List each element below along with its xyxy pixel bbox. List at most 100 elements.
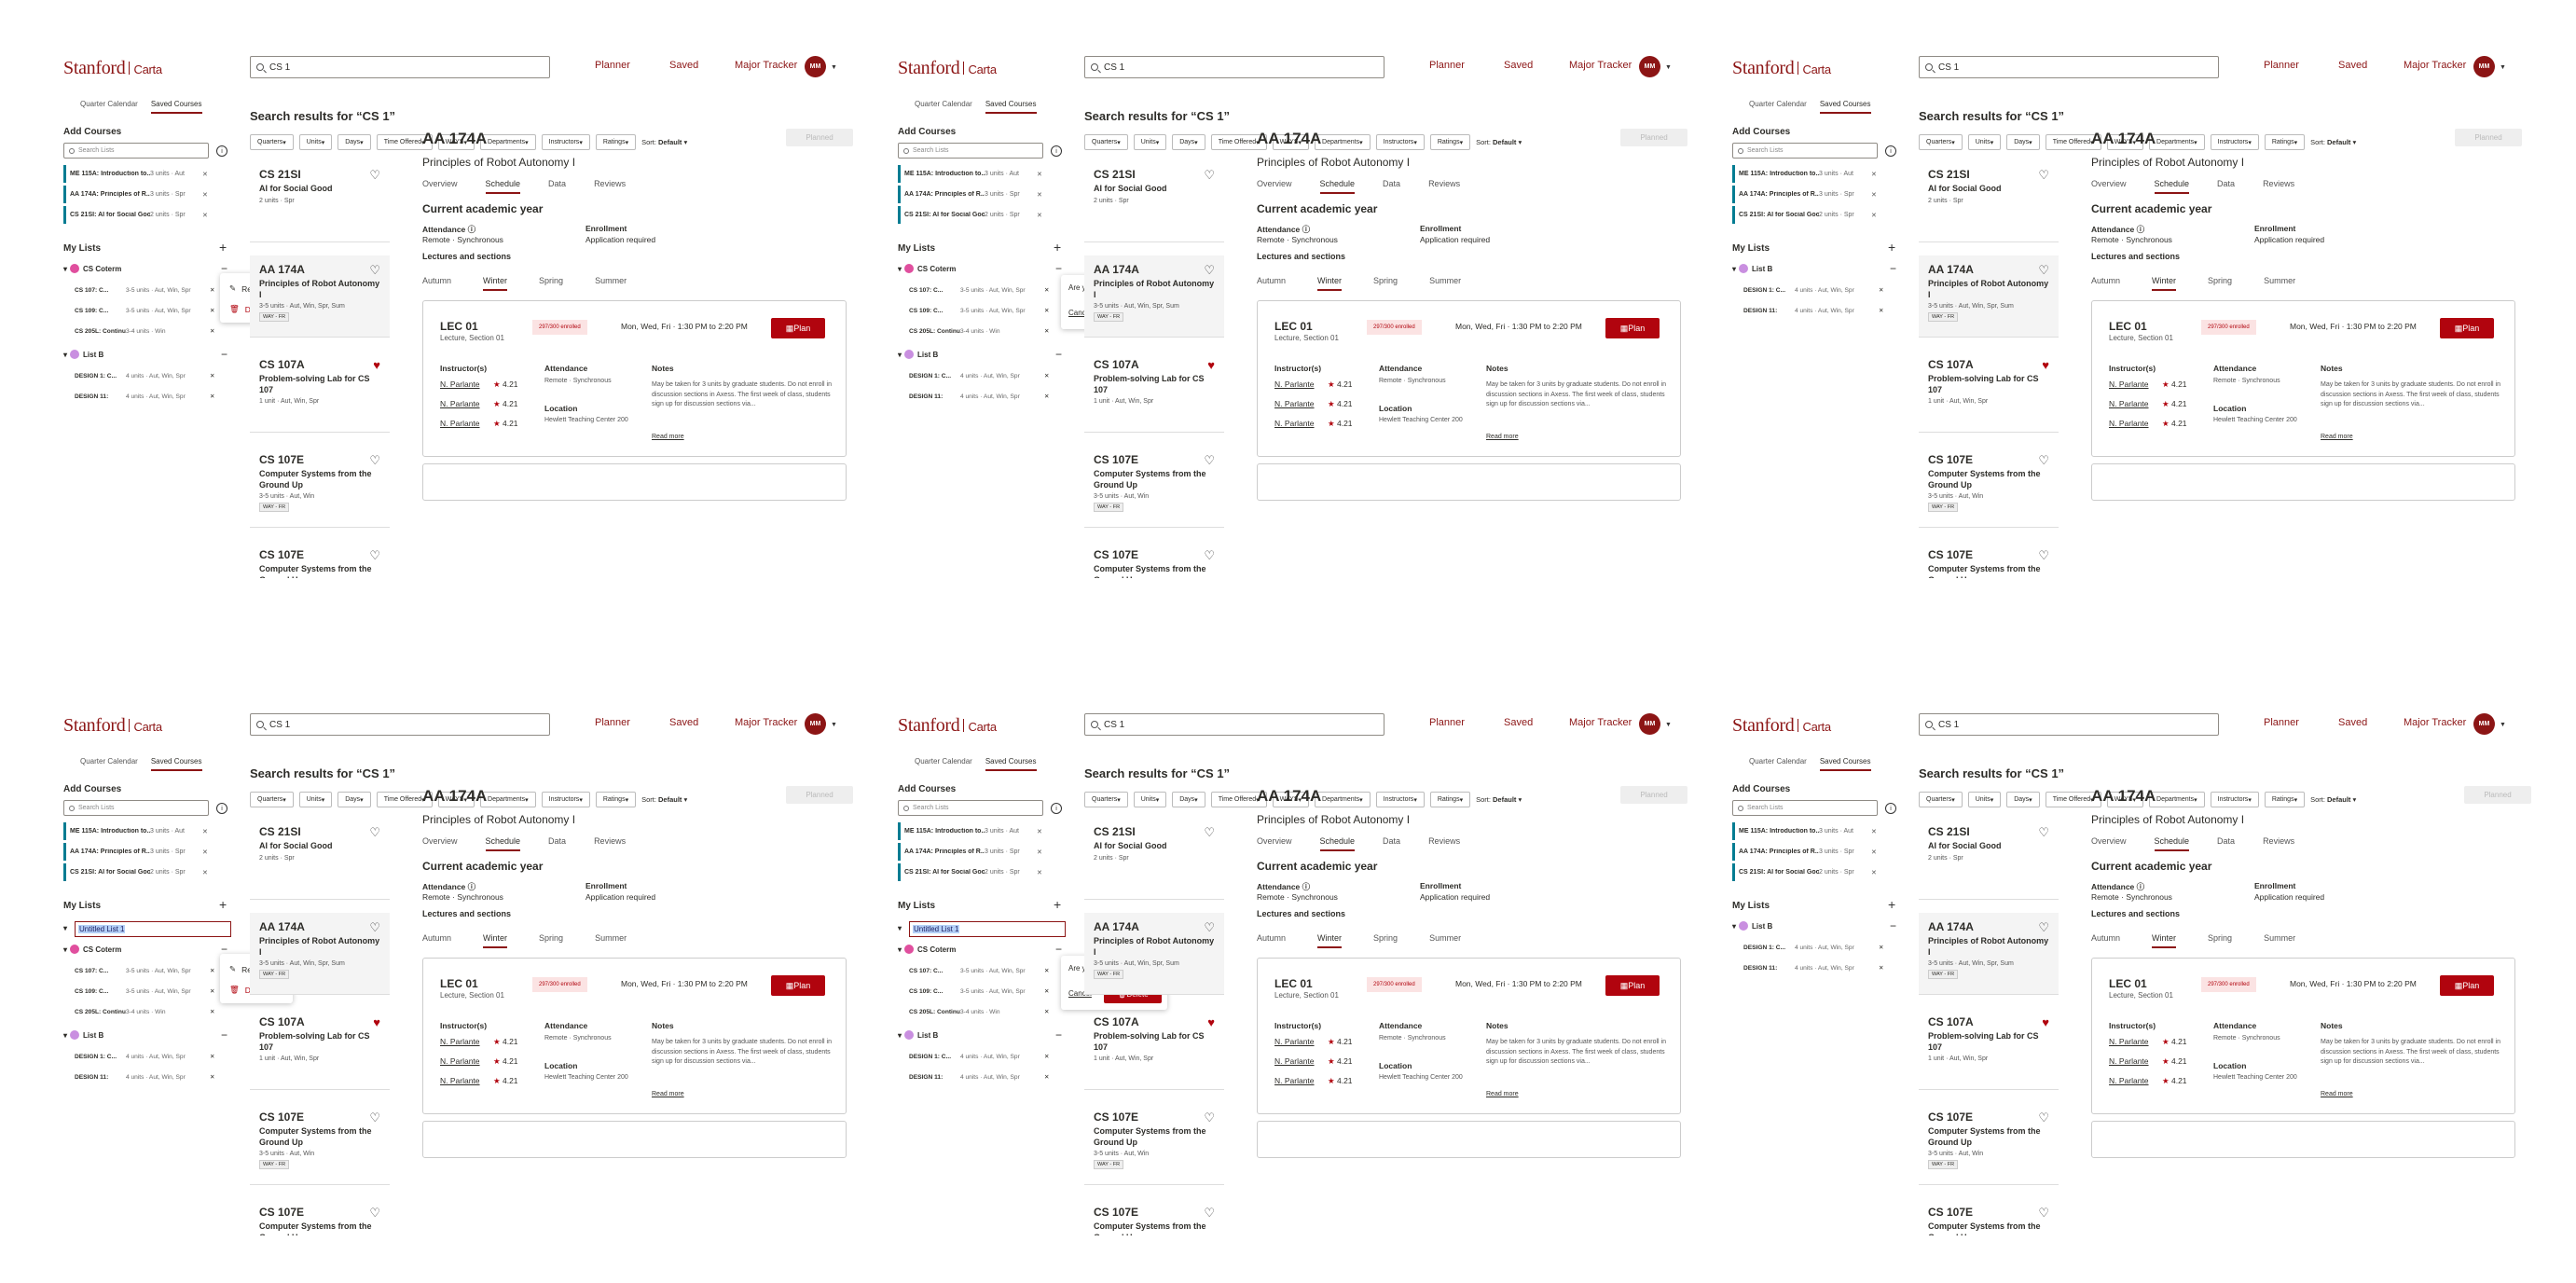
remove-icon[interactable]: ✕ <box>202 212 208 219</box>
remove-icon[interactable]: ✕ <box>1037 191 1042 199</box>
list-header-b[interactable]: ▾ List B <box>63 350 103 359</box>
list-header-b[interactable]: ▾ List B <box>898 350 938 359</box>
remove-icon[interactable]: ✕ <box>210 372 215 379</box>
result-card[interactable]: CS 107E Computer Systems from the Ground … <box>1084 1103 1224 1185</box>
filter-instructors[interactable]: Instructors ▾ <box>541 792 590 807</box>
avatar[interactable]: MM <box>1639 713 1660 735</box>
stanford-carta-logo[interactable]: Stanford Carta <box>63 715 162 737</box>
instructor-link[interactable]: N. Parlante <box>1274 1076 1315 1085</box>
collapse-icon[interactable]: ▾ <box>1732 265 1736 273</box>
tab-summer[interactable]: Summer <box>1429 276 1461 291</box>
tab-overview[interactable]: Overview <box>422 179 458 194</box>
read-more-link[interactable]: Read more <box>652 1091 684 1097</box>
add-list-icon[interactable]: + <box>1054 897 1061 912</box>
nav-link-saved[interactable]: Saved <box>669 717 698 728</box>
instructor-link[interactable]: N. Parlante <box>440 1056 480 1066</box>
tab-reviews[interactable]: Reviews <box>594 179 626 194</box>
info-icon[interactable]: ⓘ <box>2134 882 2145 891</box>
tab-summer[interactable]: Summer <box>595 276 627 291</box>
result-card[interactable]: AA 174A Principles of Robot Autonomy I 3-5… <box>1919 255 2059 338</box>
list-course-row[interactable]: CS 205L: Continu... 3-4 units · Win ✕ <box>905 322 1064 340</box>
result-card[interactable]: CS 107E Computer Systems from the Ground … <box>1919 1198 2059 1235</box>
tab-autumn[interactable]: Autumn <box>2091 933 2120 948</box>
heart-icon[interactable]: ♥ <box>373 358 380 372</box>
heart-icon[interactable]: ♡ <box>1204 453 1215 468</box>
tab-quarter-calendar[interactable]: Quarter Calendar <box>915 757 972 771</box>
result-card[interactable]: AA 174A Principles of Robot Autonomy I 3-5… <box>1084 255 1224 338</box>
chevron-down-icon[interactable]: ▼ <box>831 722 837 728</box>
filter-instructors[interactable]: Instructors ▾ <box>1375 792 1425 807</box>
heart-icon[interactable]: ♡ <box>369 1111 380 1125</box>
remove-icon[interactable]: ✕ <box>1044 1053 1050 1060</box>
tab-data[interactable]: Data <box>548 179 566 194</box>
tab-winter[interactable]: Winter <box>483 276 508 291</box>
tab-quarter-calendar[interactable]: Quarter Calendar <box>915 100 972 114</box>
result-card[interactable]: CS 107E Computer Systems from the Ground … <box>250 1198 390 1235</box>
filter-instructors[interactable]: Instructors ▾ <box>541 134 590 150</box>
tab-autumn[interactable]: Autumn <box>422 276 451 291</box>
add-list-icon[interactable]: + <box>219 897 227 912</box>
info-icon[interactable]: i <box>1051 803 1062 814</box>
remove-icon[interactable]: ✕ <box>1044 307 1050 314</box>
result-card[interactable]: CS 107A Problem-solving Lab for CS 107 1 u… <box>1919 1008 2059 1090</box>
filter-units[interactable]: Units ▾ <box>298 134 333 150</box>
instructor-link[interactable]: N. Parlante <box>1274 399 1315 408</box>
filter-ratings[interactable]: Ratings ▾ <box>1429 792 1471 807</box>
info-icon[interactable]: i <box>216 145 227 157</box>
list-search-input[interactable]: Search Lists <box>898 800 1043 816</box>
search-input[interactable]: CS 1 <box>1919 713 2219 736</box>
tab-summer[interactable]: Summer <box>2264 276 2295 291</box>
instructor-link[interactable]: N. Parlante <box>1274 379 1315 389</box>
heart-icon[interactable]: ♡ <box>369 825 380 840</box>
remove-icon[interactable]: ✕ <box>1871 848 1877 856</box>
result-card[interactable]: CS 107E Computer Systems from the Ground … <box>250 541 390 578</box>
list-course-row[interactable]: DESIGN 11: 4 units · Aut, Win, Spr ✕ <box>1740 959 1898 977</box>
instructor-link[interactable]: N. Parlante <box>2109 1037 2149 1046</box>
add-list-icon[interactable]: + <box>1888 240 1895 255</box>
result-card[interactable]: CS 107A Problem-solving Lab for CS 107 1 u… <box>250 351 390 433</box>
saved-course-row[interactable]: CS 21SI: AI for Social Good 2 units · Spr… <box>1732 206 1895 224</box>
info-icon[interactable]: ⓘ <box>2134 225 2145 234</box>
info-icon[interactable]: i <box>1051 145 1062 157</box>
stanford-carta-logo[interactable]: Stanford Carta <box>898 715 997 737</box>
heart-icon[interactable]: ♡ <box>2038 263 2049 278</box>
nav-link-planner[interactable]: Planner <box>1429 60 1465 71</box>
planned-button[interactable]: Planned <box>1620 129 1687 146</box>
saved-course-row[interactable]: CS 21SI: AI for Social Good 2 units · Spr… <box>898 863 1061 881</box>
list-course-row[interactable]: CS 109: C... 3-5 units · Aut, Win, Spr ✕ <box>71 982 229 1000</box>
tab-saved-courses[interactable]: Saved Courses <box>150 100 202 114</box>
tab-reviews[interactable]: Reviews <box>1428 836 1460 851</box>
info-icon[interactable]: ⓘ <box>465 882 476 891</box>
chevron-down-icon[interactable]: ▼ <box>831 64 837 71</box>
list-course-row[interactable]: DESIGN 1: C... 4 units · Aut, Win, Spr ✕ <box>71 1047 229 1066</box>
saved-course-row[interactable]: CS 21SI: AI for Social Good 2 units · Spr… <box>63 206 227 224</box>
avatar[interactable]: MM <box>805 56 826 77</box>
sort-control[interactable]: Sort: Default ▾ <box>2310 138 2356 146</box>
filter-units[interactable]: Units ▾ <box>1967 134 2002 150</box>
saved-course-row[interactable]: AA 174A: Principles of R... 3 units · Spr… <box>1732 186 1895 203</box>
list-header-b[interactable]: ▾ List B <box>898 1030 938 1040</box>
heart-icon[interactable]: ♡ <box>1204 920 1215 935</box>
collapse-icon[interactable]: ▾ <box>63 1031 67 1040</box>
filter-days[interactable]: Days ▾ <box>337 134 371 150</box>
nav-link-planner[interactable]: Planner <box>2264 60 2299 71</box>
list-course-row[interactable]: DESIGN 11: 4 units · Aut, Win, Spr ✕ <box>905 1068 1064 1086</box>
remove-icon[interactable]: ✕ <box>1871 212 1877 219</box>
tab-autumn[interactable]: Autumn <box>1257 933 1286 948</box>
result-card[interactable]: CS 107A Problem-solving Lab for CS 107 1 u… <box>1919 351 2059 433</box>
tab-autumn[interactable]: Autumn <box>2091 276 2120 291</box>
tab-overview[interactable]: Overview <box>422 836 458 851</box>
list-course-row[interactable]: DESIGN 1: C... 4 units · Aut, Win, Spr ✕ <box>905 366 1064 385</box>
heart-icon[interactable]: ♥ <box>1207 358 1215 372</box>
list-options-icon[interactable]: − <box>1055 262 1062 275</box>
nav-link-major-tracker[interactable]: Major Tracker <box>2404 60 2466 71</box>
remove-icon[interactable]: ✕ <box>1044 372 1050 379</box>
nav-link-saved[interactable]: Saved <box>1504 60 1533 71</box>
list-options-icon[interactable]: − <box>1055 943 1062 956</box>
result-card[interactable]: CS 21SI AI for Social Good 2 units · Spr ♡ <box>1084 818 1224 900</box>
nav-link-major-tracker[interactable]: Major Tracker <box>2404 717 2466 728</box>
list-course-row[interactable]: CS 109: C... 3-5 units · Aut, Win, Spr ✕ <box>905 301 1064 320</box>
list-header-b[interactable]: ▾ List B <box>1732 264 1772 273</box>
list-options-icon[interactable]: − <box>221 348 227 361</box>
heart-icon[interactable]: ♡ <box>369 263 380 278</box>
